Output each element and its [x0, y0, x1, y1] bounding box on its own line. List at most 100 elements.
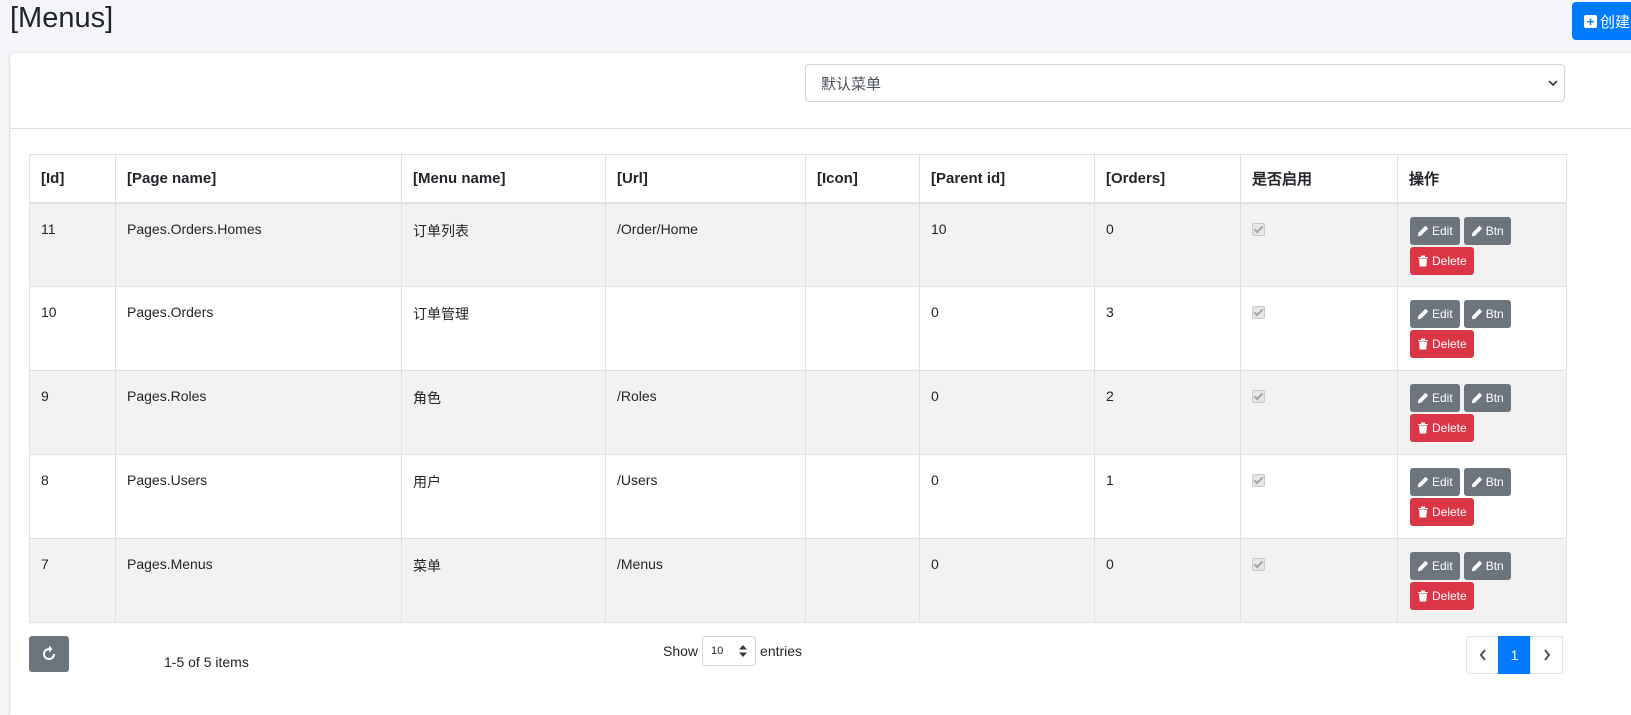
- pagination-prev-button[interactable]: [1466, 636, 1499, 674]
- edit-button[interactable]: Edit: [1410, 384, 1460, 412]
- pagination: 1: [1466, 636, 1563, 674]
- enabled-checkbox: [1252, 222, 1265, 236]
- cell-enabled: [1240, 286, 1398, 371]
- delete-button[interactable]: Delete: [1410, 246, 1474, 275]
- create-button[interactable]: + 创建: [1572, 2, 1631, 40]
- edit-button[interactable]: Edit: [1410, 216, 1460, 245]
- delete-button[interactable]: Delete: [1410, 582, 1474, 610]
- page-title: [Menus]: [10, 2, 114, 34]
- cell-page-name: Pages.Menus: [115, 538, 402, 623]
- chevron-down-icon: [1548, 80, 1558, 87]
- refresh-icon: [43, 646, 55, 660]
- cell-url: /Menus: [605, 538, 806, 623]
- pagination-page-1[interactable]: 1: [1498, 636, 1531, 674]
- page-size-value: 10: [711, 645, 724, 657]
- edit-button-label: Edit: [1432, 391, 1453, 405]
- column-header-actions: 操作: [1397, 154, 1567, 204]
- btn-button-label: Btn: [1485, 391, 1504, 405]
- btn-button-label: Btn: [1485, 475, 1504, 489]
- cell-parent-id: 0: [919, 538, 1095, 623]
- column-header-icon[interactable]: [Icon]: [805, 154, 920, 204]
- cell-menu-name: 订单管理: [401, 286, 606, 371]
- create-button-label: 创建: [1600, 13, 1631, 31]
- cell-parent-id: 0: [919, 454, 1095, 539]
- delete-button-label: Delete: [1432, 253, 1467, 268]
- cell-orders: 1: [1094, 454, 1241, 539]
- pencil-icon: [1417, 560, 1429, 572]
- table-row: 7 Pages.Menus 菜单/Menus 0 0 Edit Btn Delete: [29, 538, 1567, 623]
- cell-page-name: Pages.Users: [115, 454, 402, 539]
- cell-page-name: Pages.Orders.Homes: [115, 202, 402, 287]
- cell-menu-name: 订单列表: [401, 202, 606, 287]
- btn-button-label: Btn: [1485, 223, 1504, 238]
- btn-button[interactable]: Btn: [1463, 468, 1511, 496]
- delete-button[interactable]: Delete: [1410, 330, 1474, 358]
- pencil-icon: [1417, 308, 1429, 320]
- cell-orders: 3: [1094, 286, 1241, 371]
- edit-button-label: Edit: [1432, 559, 1453, 573]
- trash-icon: [1418, 338, 1428, 350]
- page-size-control: Show 10 entries: [663, 636, 802, 666]
- delete-button-label: Delete: [1432, 337, 1467, 351]
- btn-button[interactable]: Btn: [1463, 552, 1511, 580]
- cell-icon: [805, 370, 920, 455]
- page-size-select[interactable]: 10: [702, 636, 757, 666]
- cell-icon: [805, 202, 920, 287]
- cell-parent-id: 0: [919, 370, 1095, 455]
- column-header-parent-id[interactable]: [Parent id]: [919, 154, 1095, 204]
- cell-actions: Edit Btn Delete: [1397, 538, 1567, 623]
- btn-button[interactable]: Btn: [1463, 384, 1511, 412]
- cell-id: 9: [29, 370, 116, 455]
- btn-button-label: Btn: [1485, 559, 1504, 573]
- edit-button[interactable]: Edit: [1410, 300, 1460, 328]
- delete-button[interactable]: Delete: [1410, 498, 1474, 526]
- menu-group-select-value: 默认菜单: [821, 75, 882, 93]
- column-header-enabled[interactable]: 是否启用: [1240, 154, 1398, 204]
- menu-group-select[interactable]: 默认菜单: [805, 64, 1565, 102]
- cell-icon: [805, 286, 920, 371]
- edit-button-label: Edit: [1432, 475, 1453, 489]
- cell-orders: 0: [1094, 538, 1241, 623]
- cell-menu-name: 用户: [401, 454, 606, 539]
- cell-url: /Roles: [605, 370, 806, 455]
- chevron-right-icon: [1543, 649, 1550, 661]
- btn-button[interactable]: Btn: [1463, 300, 1511, 328]
- edit-button[interactable]: Edit: [1410, 552, 1460, 580]
- menus-card: 默认菜单 [Id] [Page name] [Menu name] [Url] …: [10, 53, 1631, 715]
- card-header: 默认菜单: [10, 53, 1631, 129]
- enabled-checkbox: [1252, 474, 1265, 487]
- delete-button-label: Delete: [1432, 421, 1467, 435]
- cell-url: [605, 286, 806, 371]
- column-header-page-name[interactable]: [Page name]: [115, 154, 402, 204]
- table-header-row: [Id] [Page name] [Menu name] [Url] [Icon…: [29, 154, 1567, 204]
- btn-button[interactable]: Btn: [1463, 216, 1511, 245]
- cell-parent-id: 10: [919, 202, 1095, 287]
- plus-square-icon: +: [1584, 14, 1597, 28]
- cell-parent-id: 0: [919, 286, 1095, 371]
- trash-icon: [1418, 506, 1428, 518]
- refresh-button[interactable]: [29, 636, 69, 672]
- cell-actions: Edit Btn Delete: [1397, 286, 1567, 371]
- column-header-orders[interactable]: [Orders]: [1094, 154, 1241, 204]
- edit-button[interactable]: Edit: [1410, 468, 1460, 496]
- cell-actions: Edit Btn Delete: [1397, 370, 1567, 455]
- column-header-menu-name[interactable]: [Menu name]: [401, 154, 606, 204]
- cell-page-name: Pages.Orders: [115, 286, 402, 371]
- cell-enabled: [1240, 370, 1398, 455]
- enabled-checkbox: [1252, 390, 1265, 403]
- edit-button-label: Edit: [1432, 223, 1453, 238]
- pagination-next-button[interactable]: [1530, 636, 1563, 674]
- delete-button[interactable]: Delete: [1410, 414, 1474, 442]
- column-header-url[interactable]: [Url]: [605, 154, 806, 204]
- cell-menu-name: 角色: [401, 370, 606, 455]
- sort-arrows-icon: [739, 645, 748, 657]
- cell-icon: [805, 454, 920, 539]
- cell-page-name: Pages.Roles: [115, 370, 402, 455]
- column-header-id[interactable]: [Id]: [29, 154, 116, 204]
- cell-id: 11: [29, 202, 116, 287]
- delete-button-label: Delete: [1432, 589, 1467, 603]
- pencil-icon: [1417, 392, 1429, 404]
- pencil-icon: [1471, 392, 1482, 404]
- chevron-left-icon: [1479, 649, 1486, 661]
- pencil-icon: [1471, 225, 1482, 236]
